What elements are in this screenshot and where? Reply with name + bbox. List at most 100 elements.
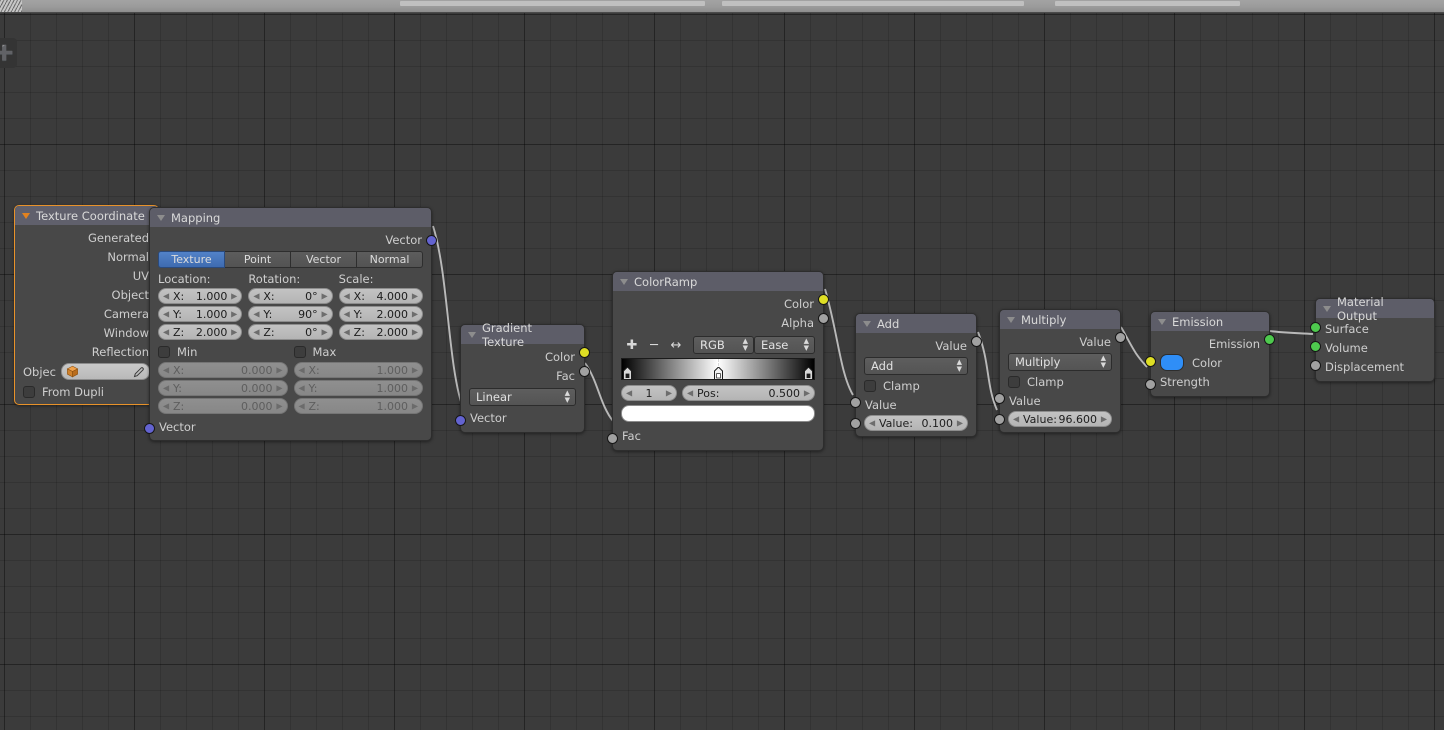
max-label: Max [312,345,337,359]
gradient-type-dropdown[interactable]: Linear ▲ ▼ [469,388,576,406]
rotation-y-field[interactable]: ◀ Y: 90° ▶ [248,306,333,322]
socket-vector-out[interactable] [426,235,437,246]
socket-color-out[interactable] [579,347,590,358]
socket-strength-in[interactable] [1145,379,1156,390]
socket-value-in-1[interactable] [994,393,1005,404]
socket-value-out[interactable] [971,336,982,347]
node-material-output[interactable]: Material Output Surface Volume Displacem… [1310,295,1435,382]
operation-dropdown[interactable]: Multiply ▲ ▼ [1008,353,1112,371]
socket-alpha-out[interactable] [818,313,829,324]
colorramp-stop-color-swatch[interactable] [621,405,815,422]
scale-y-field[interactable]: ◀ Y: 2.000 ▶ [338,306,423,322]
socket-value-in-1[interactable] [850,397,861,408]
min-y-field[interactable]: ◀ Y: 0.000 ▶ [158,380,288,396]
node-header[interactable]: Material Output [1316,295,1434,323]
colorramp-index-field[interactable]: ◀ 1 ▶ [621,385,677,401]
toolshelf-expand-tab[interactable]: ➕ [0,38,17,68]
chevron-updown-icon: ▲ ▼ [564,389,570,404]
socket-vector-in[interactable] [455,415,466,426]
max-x-field[interactable]: ◀ X: 1.000 ▶ [293,362,423,378]
node-mapping[interactable]: Mapping Vector Texture Point Vector Norm… [144,207,437,441]
collapse-triangle-icon[interactable] [620,278,628,285]
chevron-updown-icon: ▲ ▼ [956,358,962,373]
tab-point[interactable]: Point [225,251,291,268]
topbar-grip[interactable] [0,0,22,12]
socket-displacement-in[interactable] [1310,360,1321,371]
scale-x-field[interactable]: ◀ X: 4.000 ▶ [338,288,423,304]
output-row: Fac [461,366,584,385]
socket-vector-in[interactable] [144,423,155,434]
flip-ramp-button[interactable]: ↔ [665,336,687,354]
min-z-field[interactable]: ◀ Z: 0.000 ▶ [158,398,288,414]
node-editor-canvas[interactable]: ➕ Texture Coordinate Generated Normal UV… [0,13,1444,730]
location-z-field[interactable]: ◀ Z: 2.000 ▶ [158,324,243,340]
node-gradient-texture[interactable]: Gradient Texture Color Fac Linear ▲ ▼ Vec… [455,321,590,433]
node-header[interactable]: ColorRamp [613,272,823,291]
colorramp-stop[interactable] [804,366,813,380]
collapse-triangle-icon[interactable] [1323,305,1331,312]
collapse-triangle-icon[interactable] [863,320,871,327]
collapse-triangle-icon[interactable] [157,214,165,221]
node-texture-coordinate[interactable]: Texture Coordinate Generated Normal UV O… [14,205,164,405]
object-field[interactable] [60,363,150,380]
output-label: UV [132,268,149,283]
min-x-field[interactable]: ◀ X: 0.000 ▶ [158,362,288,378]
output-label: Object [111,287,149,302]
clamp-checkbox[interactable] [1008,376,1020,388]
input-label: Displacement [1325,359,1405,374]
from-dupli-checkbox[interactable] [23,386,35,398]
min-checkbox[interactable] [158,346,170,358]
collapse-triangle-icon[interactable] [1158,318,1166,325]
clamp-checkbox[interactable] [864,380,876,392]
socket-value-out[interactable] [1115,332,1126,343]
clamp-label: Clamp [1027,375,1064,389]
rotation-z-field[interactable]: ◀ Z: 0° ▶ [248,324,333,340]
collapse-triangle-icon[interactable] [468,331,476,338]
eyedropper-icon[interactable] [133,366,145,378]
socket-value-in-2[interactable] [850,418,861,429]
colorramp-stop-active[interactable] [713,366,723,380]
socket-value-in-2[interactable] [994,414,1005,425]
socket-fac-in[interactable] [607,433,618,444]
node-header[interactable]: Mapping [150,208,431,227]
max-y-field[interactable]: ◀ Y: 1.000 ▶ [293,380,423,396]
value-field[interactable]: ◀ Value: 0.100 ▶ [864,415,968,431]
socket-emission-out[interactable] [1264,334,1275,345]
add-stop-button[interactable]: ✚ [621,336,643,354]
tab-texture[interactable]: Texture [158,251,225,268]
location-y-field[interactable]: ◀ Y: 1.000 ▶ [158,306,243,322]
value-field[interactable]: ◀ Value: 96.600 ▶ [1008,411,1112,427]
location-x-field[interactable]: ◀ X: 1.000 ▶ [158,288,243,304]
colorramp-gradient-bar[interactable] [621,358,815,380]
node-header[interactable]: Texture Coordinate [15,206,158,225]
emission-color-swatch[interactable] [1160,354,1184,371]
collapse-triangle-icon[interactable] [1007,316,1015,323]
max-checkbox[interactable] [293,346,306,358]
socket-fac-out[interactable] [579,366,590,377]
operation-dropdown[interactable]: Add ▲ ▼ [864,357,968,375]
colorramp-stop[interactable] [623,366,632,380]
socket-volume-in[interactable] [1310,341,1321,352]
tab-vector[interactable]: Vector [291,251,357,268]
max-z-field[interactable]: ◀ Z: 1.000 ▶ [293,398,423,414]
node-header[interactable]: Multiply [1000,310,1120,329]
color-mode-dropdown[interactable]: RGB ▲ ▼ [693,336,754,354]
socket-color-out[interactable] [818,294,829,305]
collapse-triangle-icon[interactable] [22,212,30,219]
rotation-x-field[interactable]: ◀ X: 0° ▶ [248,288,333,304]
topbar-segment [400,1,705,6]
scale-z-field[interactable]: ◀ Z: 2.000 ▶ [338,324,423,340]
socket-surface-in[interactable] [1310,322,1321,333]
node-header[interactable]: Gradient Texture [461,321,584,349]
node-math-multiply[interactable]: Multiply Value Multiply ▲ ▼ Clamp Value ◀… [994,309,1126,433]
node-header[interactable]: Emission [1151,312,1269,331]
node-header[interactable]: Add [856,314,976,333]
remove-stop-button[interactable]: ─ [643,336,665,354]
colorramp-pos-field[interactable]: ◀ Pos: 0.500 ▶ [682,385,815,401]
tab-normal[interactable]: Normal [357,251,423,268]
node-math-add[interactable]: Add Value Add ▲ ▼ Clamp Value ◀ Value: 0.… [850,313,982,437]
socket-color-in[interactable] [1145,356,1156,367]
node-colorramp[interactable]: ColorRamp Color Alpha ✚ ─ ↔ RGB ▲▼ Ease [607,271,829,451]
node-emission[interactable]: Emission Emission Color Strength [1145,311,1275,397]
interpolation-dropdown[interactable]: Ease ▲ ▼ [754,336,815,354]
